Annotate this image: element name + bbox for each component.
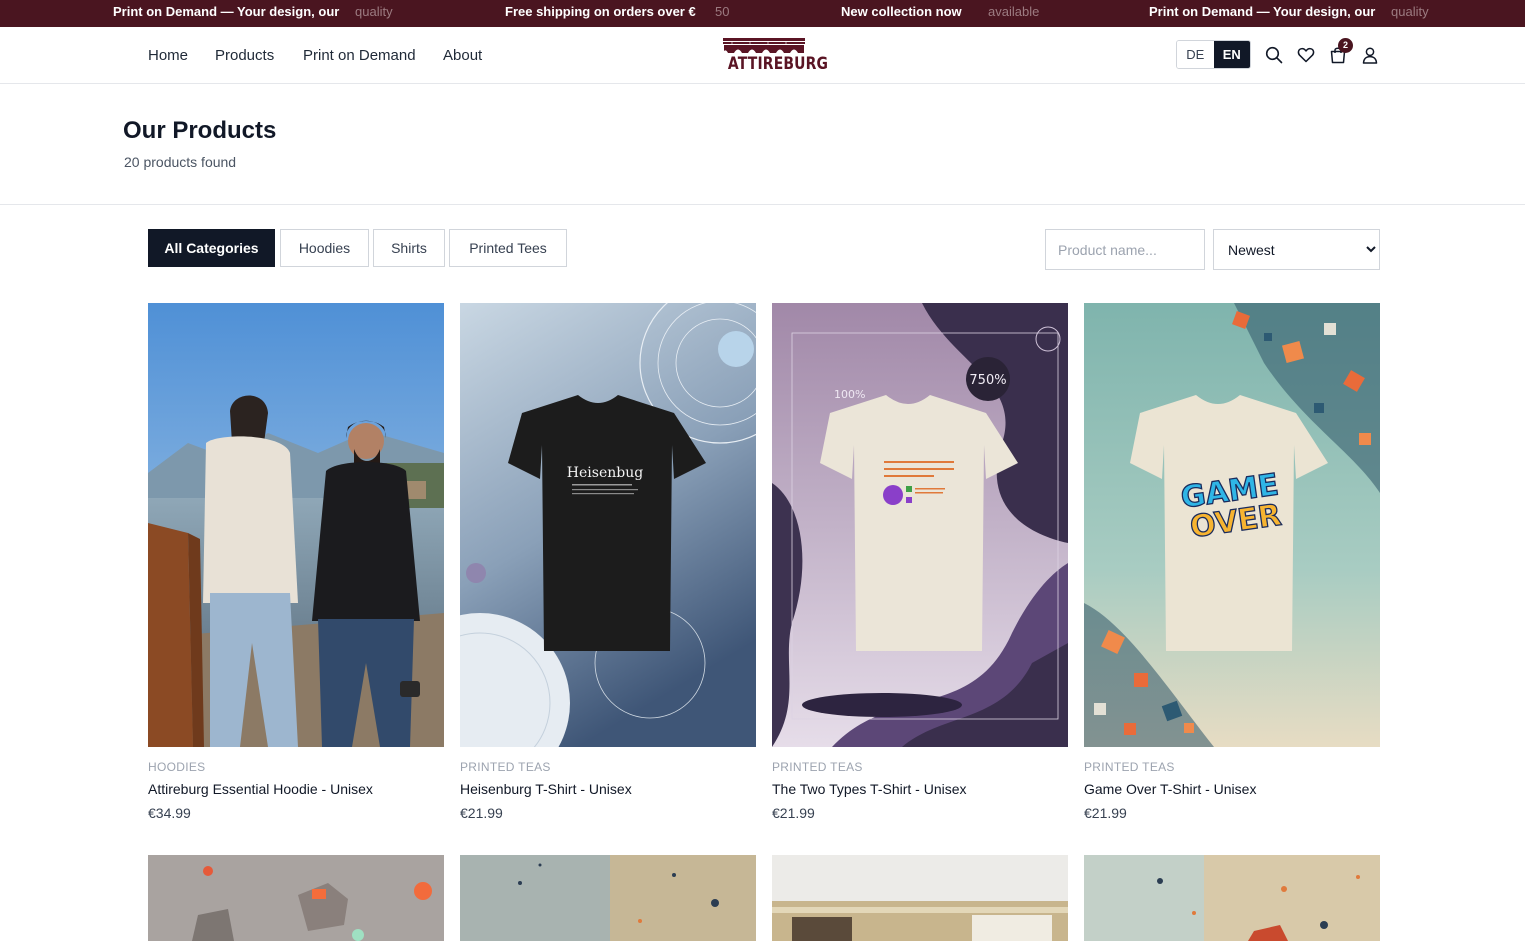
- product-category: PRINTED TEAS: [460, 760, 551, 774]
- lang-en-button[interactable]: EN: [1213, 41, 1250, 68]
- product-search-input[interactable]: [1045, 229, 1205, 270]
- filter-hoodies[interactable]: Hoodies: [280, 229, 369, 267]
- brand-logo[interactable]: ATTIREBURG: [720, 37, 829, 75]
- poster-percent-label: 750%: [969, 373, 1006, 388]
- announcement-text: 50: [715, 4, 730, 19]
- product-category: HOODIES: [148, 760, 206, 774]
- product-price: €21.99: [772, 805, 815, 821]
- announcement-text: quality: [355, 4, 393, 19]
- product-count: 20 products found: [124, 154, 237, 170]
- nav-home[interactable]: Home: [148, 47, 188, 64]
- announcement-text: Print on Demand — Your design, our: [1149, 4, 1376, 19]
- lang-de-button[interactable]: DE: [1177, 41, 1214, 68]
- product-image[interactable]: 750% 100%: [772, 303, 1068, 747]
- site-header: Home Products Print on Demand About ATTI…: [0, 27, 1525, 84]
- product-image[interactable]: Heisenbug: [460, 303, 756, 747]
- filter-printed-tees[interactable]: Printed Tees: [449, 229, 567, 267]
- section-divider: [0, 204, 1525, 205]
- product-image[interactable]: [148, 303, 444, 747]
- product-price: €21.99: [1084, 805, 1127, 821]
- nav-print-on-demand[interactable]: Print on Demand: [303, 47, 416, 64]
- search-icon[interactable]: [1264, 45, 1284, 65]
- announcement-text: available: [988, 4, 1040, 19]
- announcement-text: Print on Demand — Your design, our: [113, 4, 340, 19]
- product-price: €34.99: [148, 805, 191, 821]
- product-image[interactable]: GAME OVER: [1084, 303, 1380, 747]
- product-image[interactable]: [772, 855, 1068, 941]
- announcement-bar: Print on Demand — Your design, our quali…: [0, 0, 1525, 27]
- page-title: Our Products: [123, 117, 277, 144]
- announcement-text: quality: [1391, 4, 1429, 19]
- nav-products[interactable]: Products: [215, 47, 274, 64]
- product-category: PRINTED TEAS: [772, 760, 863, 774]
- user-icon[interactable]: [1360, 45, 1380, 65]
- product-name[interactable]: Game Over T-Shirt - Unisex: [1084, 781, 1256, 797]
- shirt-print-text: Heisenbug: [567, 465, 643, 481]
- announcement-text: New collection now: [841, 4, 962, 19]
- product-name[interactable]: Attireburg Essential Hoodie - Unisex: [148, 781, 373, 797]
- product-image[interactable]: [1084, 855, 1380, 941]
- heart-icon[interactable]: [1296, 45, 1316, 65]
- product-category: PRINTED TEAS: [1084, 760, 1175, 774]
- filter-shirts[interactable]: Shirts: [373, 229, 445, 267]
- poster-percent-label: 100%: [834, 388, 865, 401]
- product-name[interactable]: Heisenburg T-Shirt - Unisex: [460, 781, 632, 797]
- product-image[interactable]: [460, 855, 756, 941]
- product-price: €21.99: [460, 805, 503, 821]
- sort-select[interactable]: Newest: [1213, 229, 1380, 270]
- announcement-text: Free shipping on orders over €: [505, 4, 696, 19]
- brand-name: ATTIREBURG: [727, 54, 829, 74]
- nav-about[interactable]: About: [443, 47, 482, 64]
- product-image[interactable]: [148, 855, 444, 941]
- cart-count-badge: 2: [1338, 38, 1353, 53]
- product-name[interactable]: The Two Types T-Shirt - Unisex: [772, 781, 967, 797]
- language-switcher: DE EN: [1176, 40, 1251, 69]
- filter-all-categories[interactable]: All Categories: [148, 229, 275, 267]
